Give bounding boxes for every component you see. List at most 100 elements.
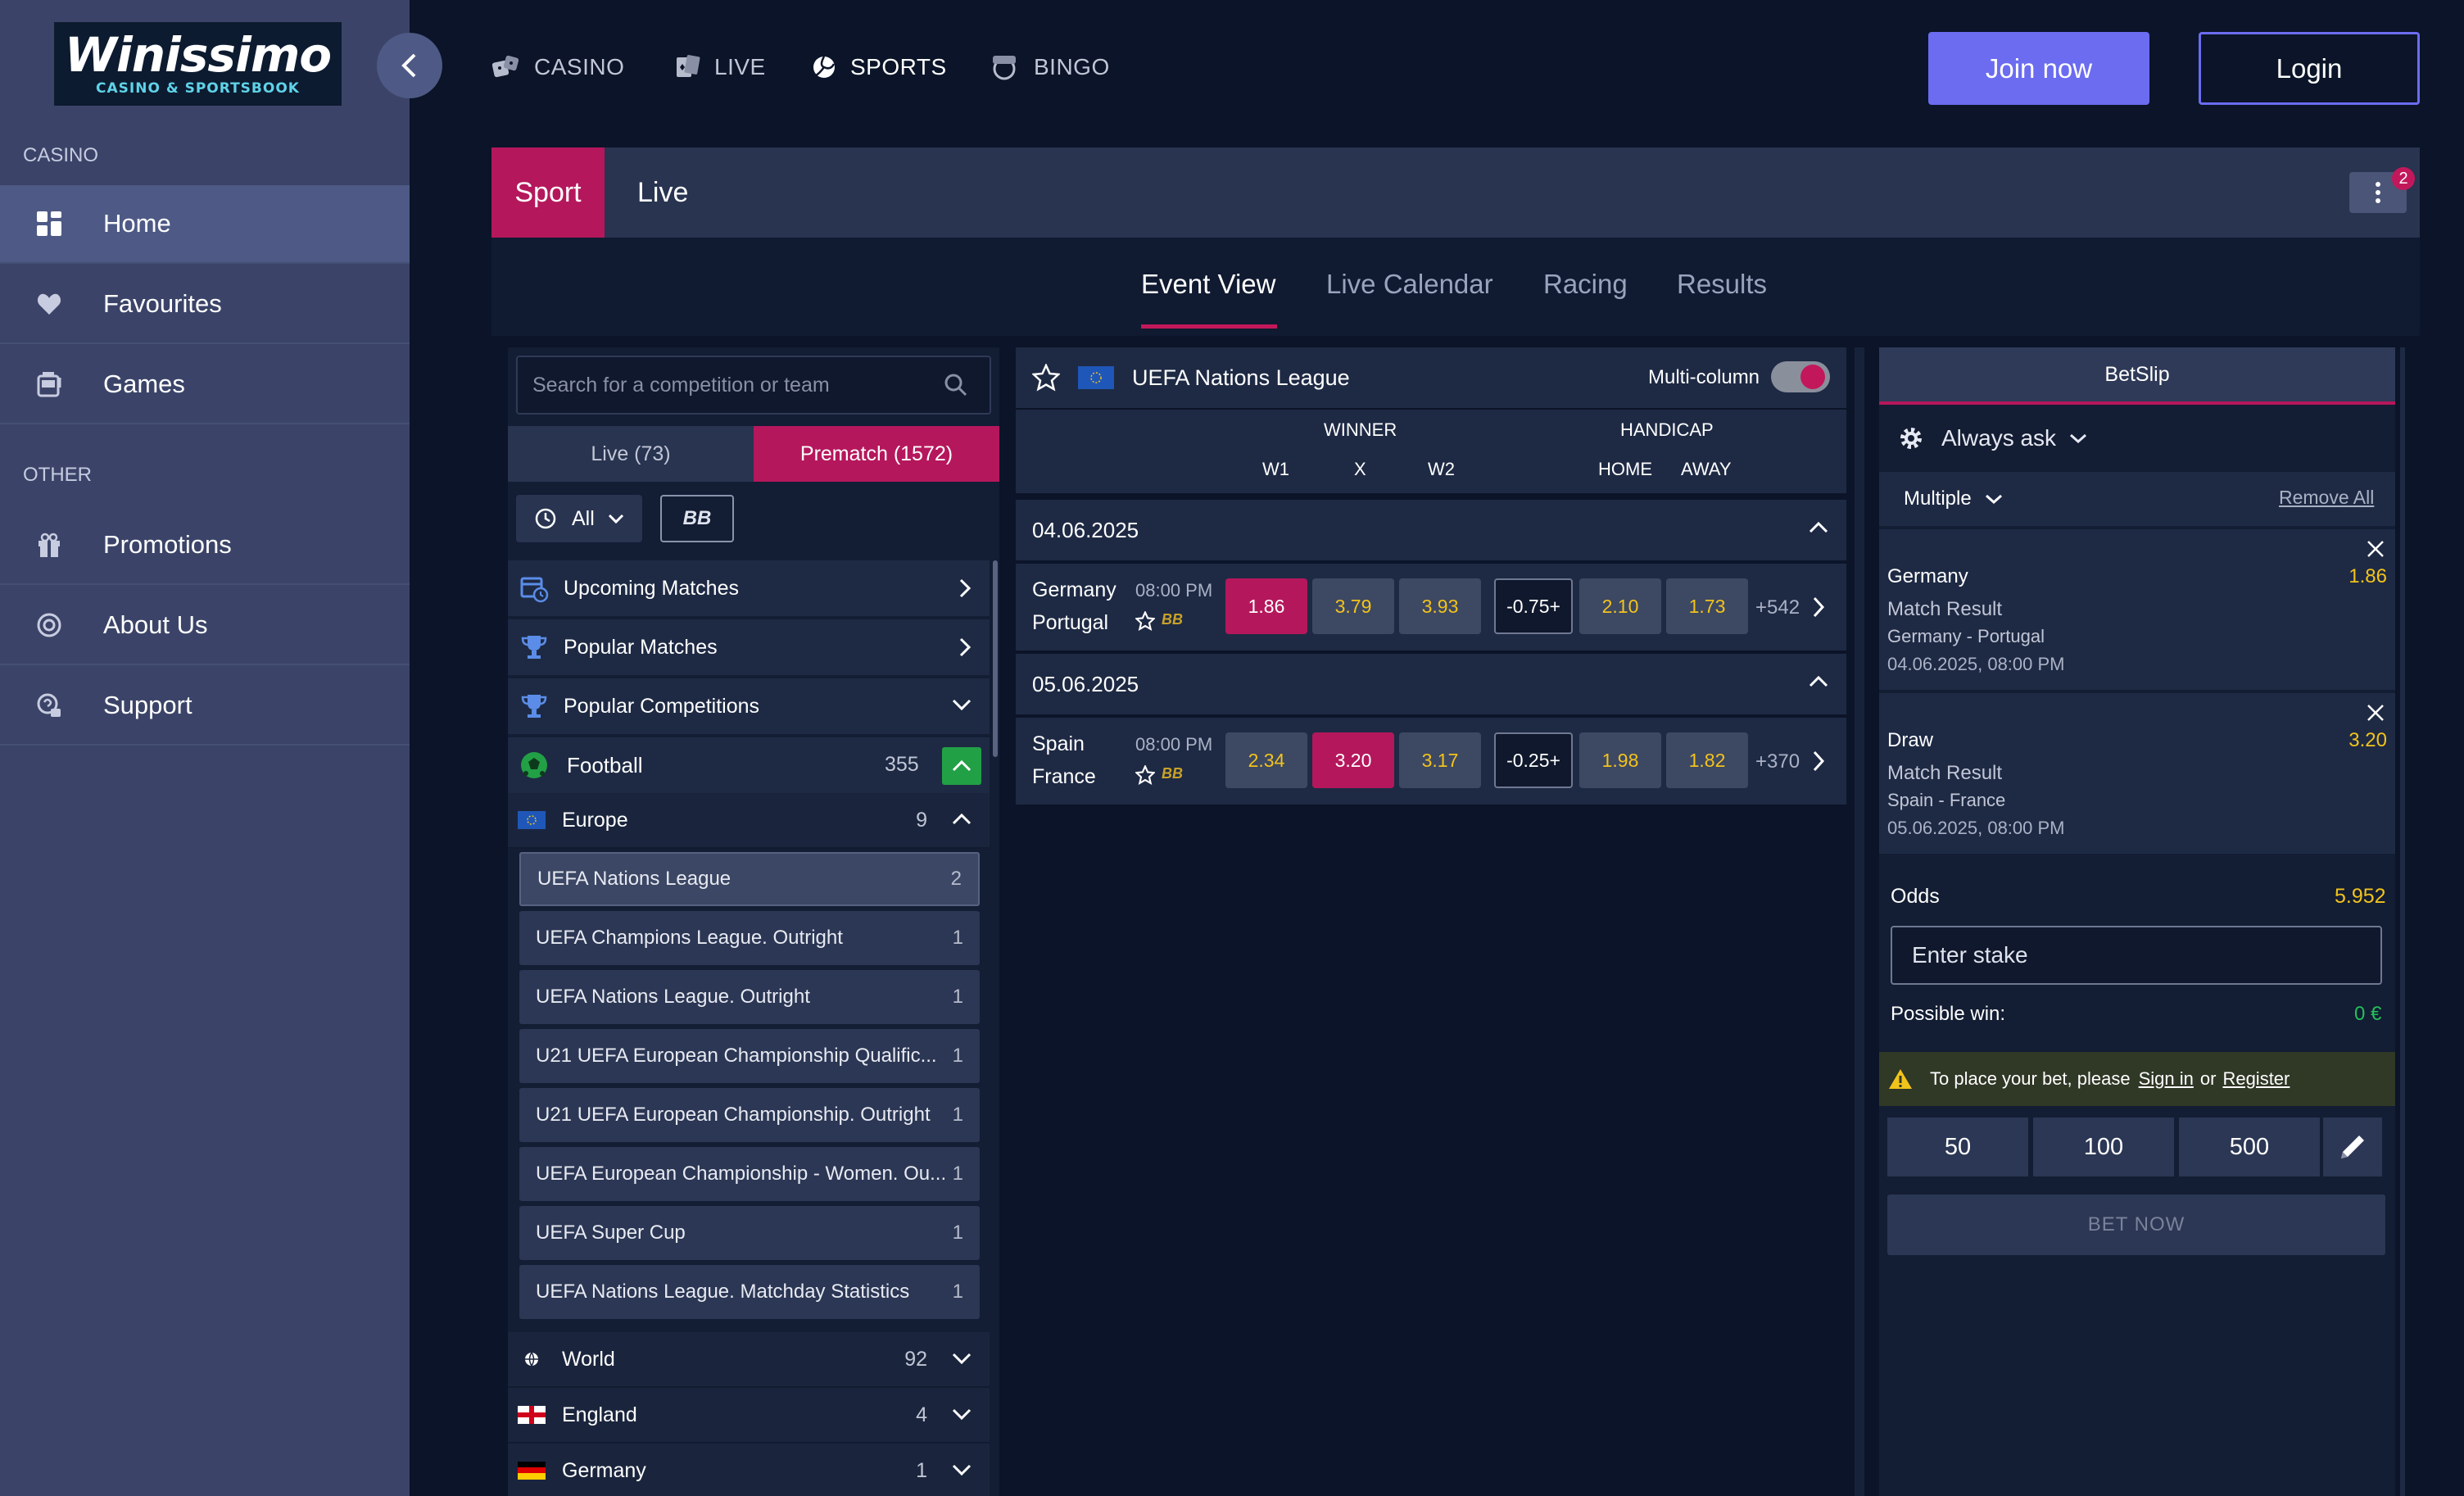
date-label: 05.06.2025	[1032, 671, 1139, 696]
region-germany[interactable]: Germany 1	[508, 1444, 990, 1496]
nav-live[interactable]: LIVE	[675, 54, 766, 80]
sign-in-link[interactable]: Sign in	[2139, 1068, 2194, 1090]
sidebar-item-favourites[interactable]: Favourites	[0, 265, 410, 344]
tab-live-events[interactable]: Live (73)	[508, 426, 754, 482]
odds-x-button[interactable]: 3.20	[1312, 732, 1394, 788]
edit-quick-stakes-button[interactable]	[2323, 1117, 2382, 1176]
star-icon[interactable]	[1135, 765, 1155, 785]
login-button[interactable]: Login	[2199, 32, 2420, 105]
sidebar-item-promotions[interactable]: Promotions	[0, 506, 410, 585]
chevron-down-icon[interactable]	[1985, 493, 2003, 505]
register-link[interactable]: Register	[2222, 1068, 2290, 1090]
sidebar-item-about-us[interactable]: About Us	[0, 587, 410, 665]
category-upcoming-matches[interactable]: Upcoming Matches	[508, 560, 990, 616]
competition-header: UEFA Nations League Multi-column	[1016, 347, 1846, 408]
collapse-sport-button[interactable]	[942, 747, 981, 785]
trophy-icon	[519, 691, 549, 721]
chevron-down-icon	[952, 1408, 972, 1421]
competition-item[interactable]: UEFA Super Cup 1	[519, 1206, 980, 1260]
tab-results[interactable]: Results	[1677, 269, 1767, 300]
quick-stake-button[interactable]: 500	[2179, 1117, 2320, 1176]
chevron-right-icon[interactable]	[1812, 596, 1825, 618]
bet-event: Germany - Portugal	[1887, 626, 2045, 646]
sidebar-item-support[interactable]: Support	[0, 667, 410, 746]
nav-sports[interactable]: SPORTS	[811, 54, 947, 80]
chevron-right-icon[interactable]	[1812, 750, 1825, 772]
competition-list-scrollbar[interactable]	[993, 560, 998, 757]
handicap-line[interactable]: -0.25+	[1494, 732, 1573, 788]
tab-event-view[interactable]: Event View	[1141, 269, 1275, 300]
quick-stake-button[interactable]: 100	[2033, 1117, 2174, 1176]
remove-all-link[interactable]: Remove All	[2279, 487, 2374, 509]
chevron-down-icon	[2069, 433, 2087, 444]
sidebar-item-games[interactable]: Games	[0, 346, 410, 424]
competition-item[interactable]: UEFA European Championship - Women. Ou..…	[519, 1147, 980, 1201]
category-popular-competitions[interactable]: Popular Competitions	[508, 678, 990, 734]
star-icon[interactable]	[1135, 611, 1155, 631]
competition-item[interactable]: U21 UEFA European Championship. Outright…	[519, 1088, 980, 1142]
close-icon[interactable]	[2366, 539, 2385, 559]
calendar-clock-icon	[519, 573, 549, 603]
bet-type-dropdown[interactable]: Multiple	[1904, 487, 1972, 510]
tab-live[interactable]: Live	[637, 147, 688, 238]
more-markets-count[interactable]: +542	[1755, 596, 1800, 619]
quick-stake-button[interactable]: 50	[1887, 1117, 2028, 1176]
more-markets-count[interactable]: +370	[1755, 750, 1800, 773]
handicap-line[interactable]: -0.75+	[1494, 578, 1573, 634]
tab-racing[interactable]: Racing	[1543, 269, 1628, 300]
odds-handicap-home-button[interactable]: 2.10	[1579, 578, 1661, 634]
multicolumn-label: Multi-column	[1648, 366, 1760, 388]
total-odds-value: 5.952	[2335, 885, 2386, 908]
slot-machine-icon	[34, 369, 64, 399]
tab-sport[interactable]: Sport	[491, 147, 605, 238]
competition-item[interactable]: UEFA Nations League 2	[519, 852, 980, 906]
bet-datetime: 04.06.2025, 08:00 PM	[1887, 654, 2065, 674]
betslip-tab[interactable]: BetSlip	[1879, 347, 2395, 405]
odds-w2-button[interactable]: 3.17	[1399, 732, 1481, 788]
brand-logo[interactable]: Winissimo CASINO & SPORTSBOOK	[54, 22, 342, 106]
competition-item[interactable]: UEFA Champions League. Outright 1	[519, 911, 980, 965]
time-filter-dropdown[interactable]: All	[516, 495, 642, 542]
bet-now-button[interactable]: BET NOW	[1887, 1195, 2385, 1255]
cards-icon	[675, 54, 701, 80]
competition-count: 1	[952, 986, 963, 1008]
betslip-scrollbar[interactable]	[2400, 347, 2405, 1496]
competition-item[interactable]: UEFA Nations League. Outright 1	[519, 970, 980, 1024]
odds-w1-button[interactable]: 2.34	[1225, 732, 1307, 788]
odds-handicap-home-button[interactable]: 1.98	[1579, 732, 1661, 788]
date-group-header[interactable]: 05.06.2025	[1016, 654, 1846, 714]
close-icon[interactable]	[2366, 703, 2385, 723]
date-group-header[interactable]: 04.06.2025	[1016, 500, 1846, 560]
competition-item[interactable]: U21 UEFA European Championship Qualific.…	[519, 1029, 980, 1083]
region-europe[interactable]: Europe 9	[508, 793, 990, 849]
bet-builder-filter-button[interactable]: BB	[660, 495, 734, 542]
competition-item[interactable]: UEFA Nations League. Matchday Statistics…	[519, 1265, 980, 1319]
match-row[interactable]: Germany Portugal 08:00 PM BB 1.86 3.79 3…	[1016, 564, 1846, 651]
star-icon[interactable]	[1032, 364, 1060, 392]
search-icon[interactable]	[944, 373, 968, 397]
gear-icon	[1897, 424, 1925, 452]
nav-bingo[interactable]: BINGO	[988, 54, 1110, 80]
col-home: HOME	[1598, 459, 1652, 479]
join-now-button[interactable]: Join now	[1928, 32, 2149, 105]
trophy-icon	[519, 632, 549, 662]
odds-handicap-away-button[interactable]: 1.73	[1666, 578, 1748, 634]
sport-label: Football	[567, 752, 643, 777]
sidebar-item-home[interactable]: Home	[0, 185, 410, 264]
match-row[interactable]: Spain France 08:00 PM BB 2.34 3.20 3.17 …	[1016, 718, 1846, 805]
tab-live-calendar[interactable]: Live Calendar	[1326, 269, 1493, 300]
collapse-sidebar-button[interactable]	[377, 33, 442, 98]
odds-w1-button[interactable]: 1.86	[1225, 578, 1307, 634]
region-england[interactable]: England 4	[508, 1388, 990, 1444]
tab-prematch-events[interactable]: Prematch (1572)	[754, 426, 999, 482]
competition-search-input[interactable]: Search for a competition or team	[516, 356, 991, 415]
odds-change-dropdown[interactable]: Always ask	[1897, 419, 2087, 457]
stake-input[interactable]	[1891, 926, 2382, 985]
nav-casino[interactable]: CASINO	[491, 54, 624, 80]
pencil-icon	[2338, 1132, 2367, 1162]
odds-handicap-away-button[interactable]: 1.82	[1666, 732, 1748, 788]
odds-w2-button[interactable]: 3.93	[1399, 578, 1481, 634]
category-popular-matches[interactable]: Popular Matches	[508, 619, 990, 675]
region-world[interactable]: World 92	[508, 1332, 990, 1388]
odds-x-button[interactable]: 3.79	[1312, 578, 1394, 634]
